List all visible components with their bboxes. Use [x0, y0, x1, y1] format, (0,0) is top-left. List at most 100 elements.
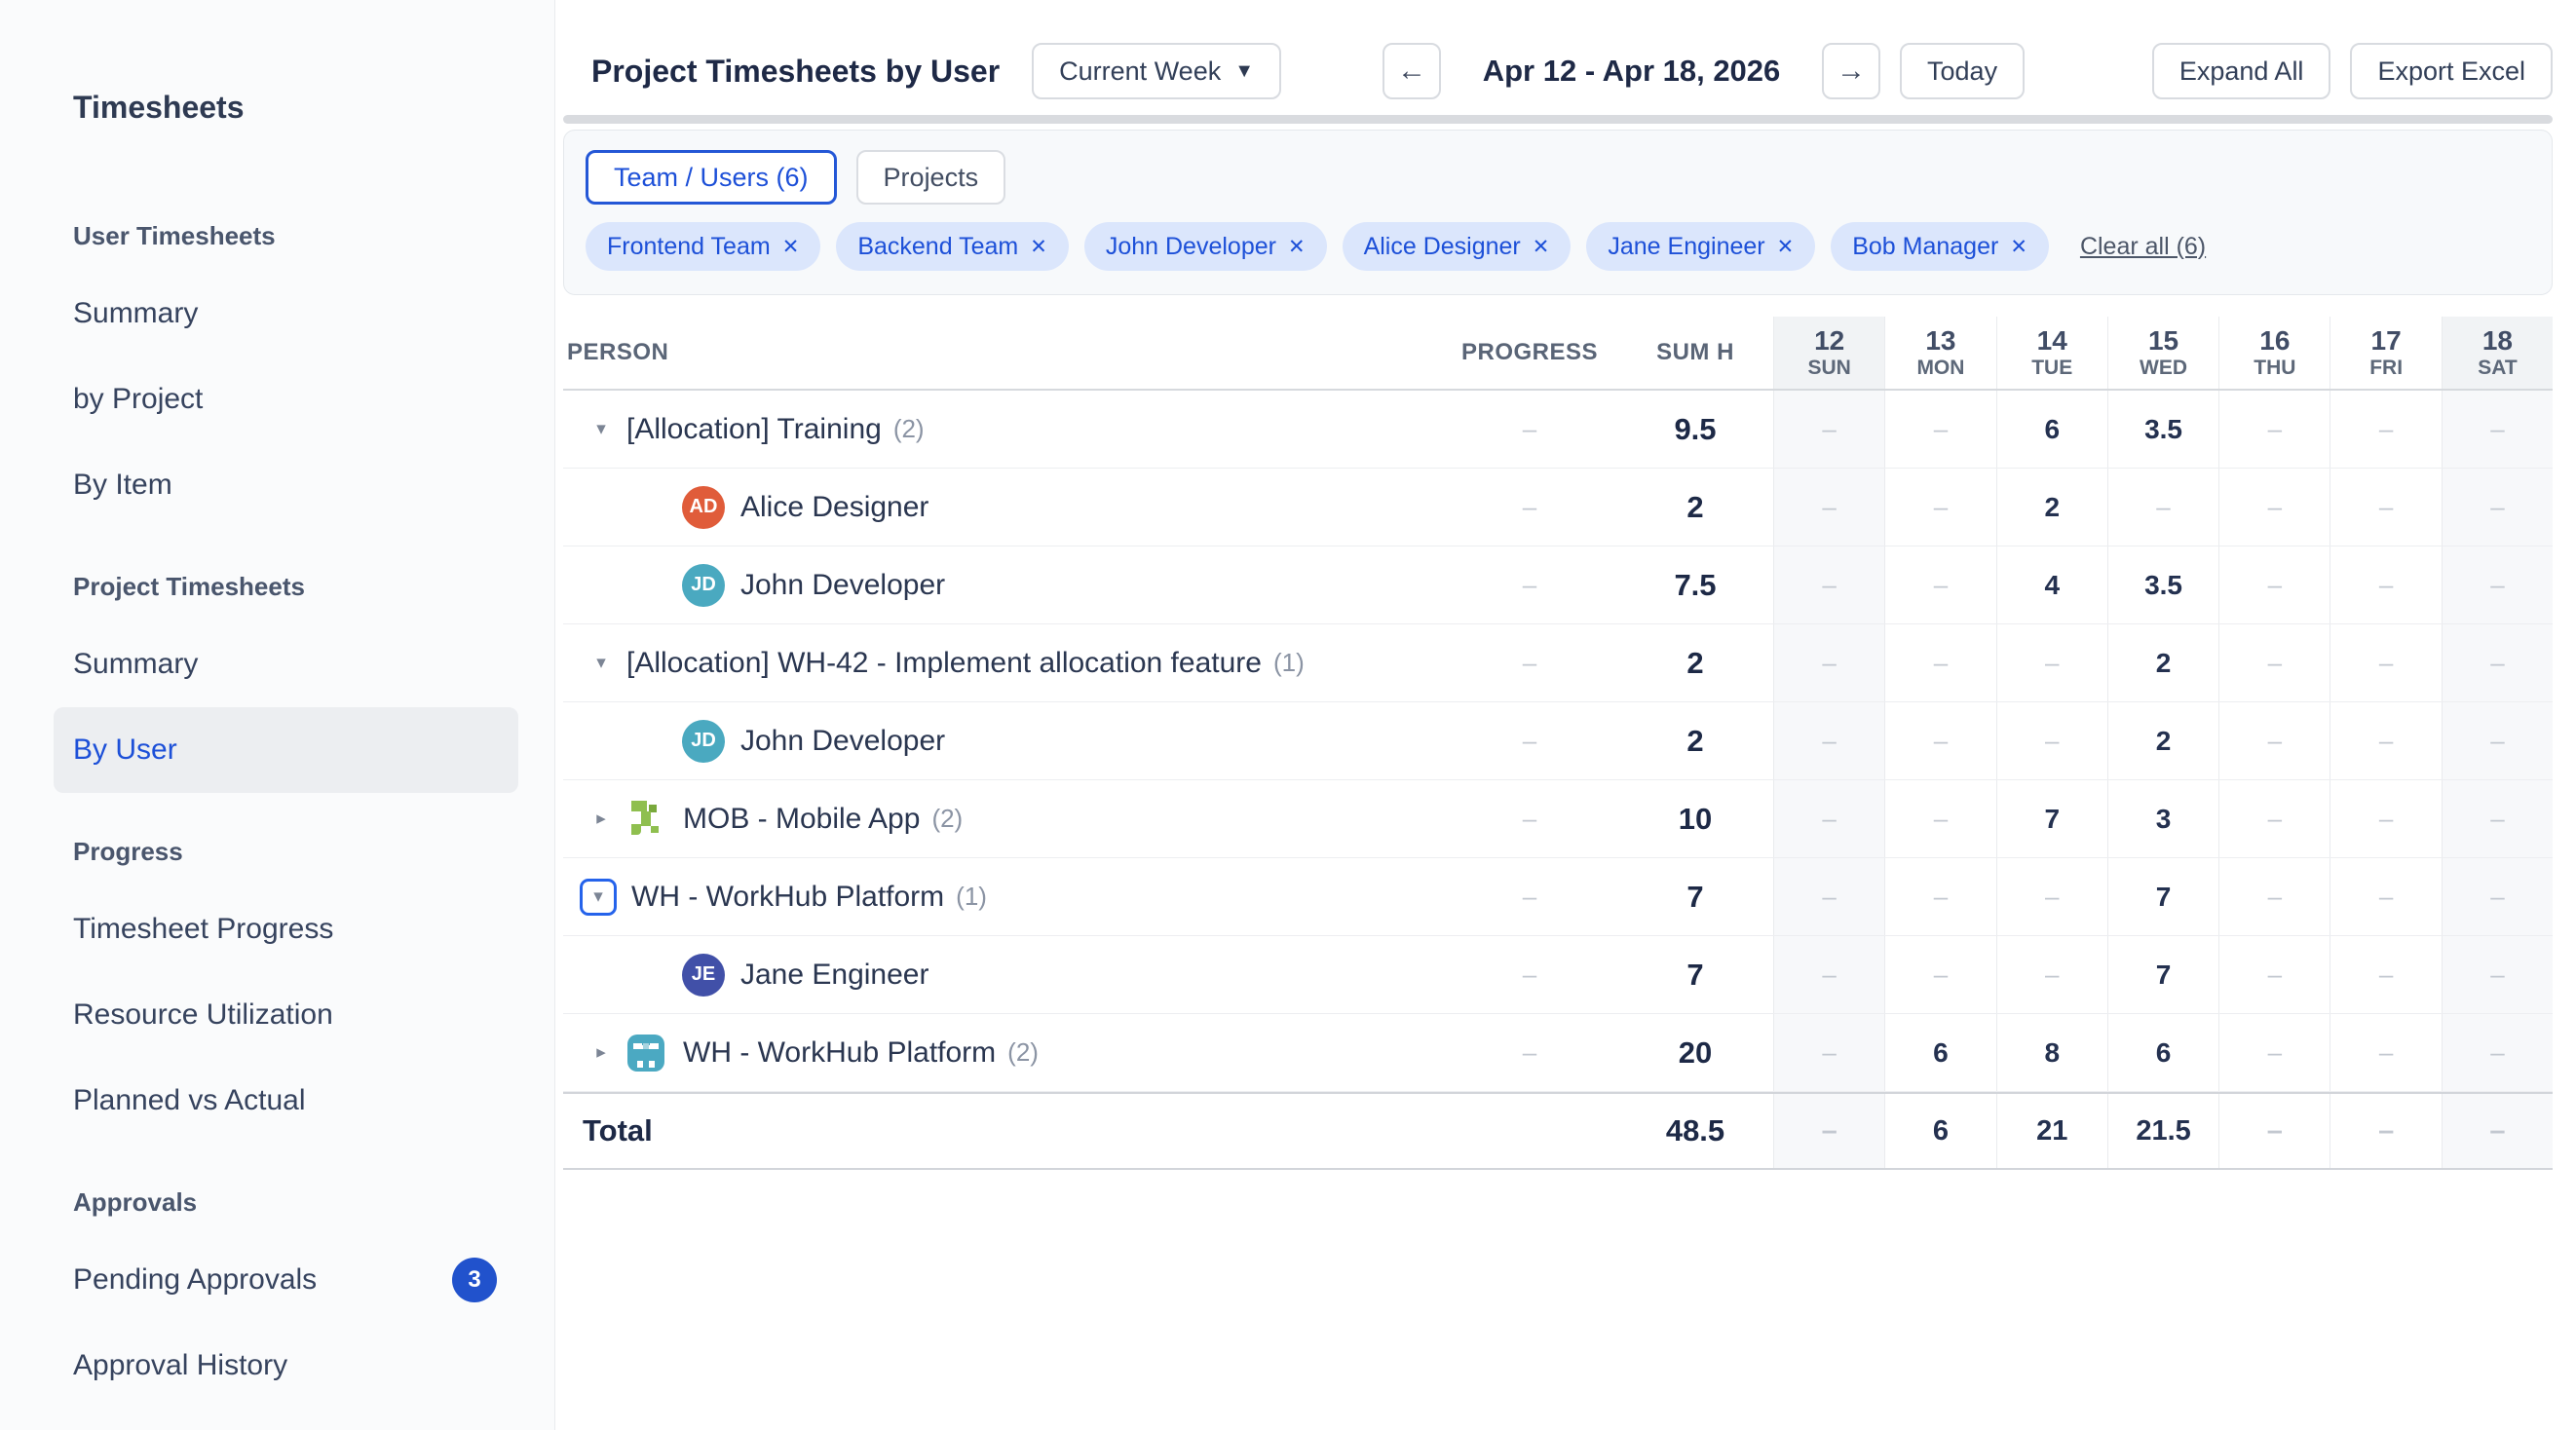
day-cell: – — [2442, 1014, 2553, 1091]
total-day-cell: 21 — [1996, 1094, 2107, 1168]
day-number: 13 — [1925, 325, 1955, 357]
filter-chip[interactable]: Bob Manager✕ — [1831, 222, 2049, 271]
progress-cell — [1442, 1094, 1617, 1168]
day-cell: – — [1773, 624, 1884, 701]
tab-projects[interactable]: Projects — [856, 150, 1006, 205]
day-cell: – — [2442, 469, 2553, 546]
filter-chip[interactable]: Backend Team✕ — [836, 222, 1069, 271]
filter-chip[interactable]: Jane Engineer✕ — [1586, 222, 1815, 271]
sum-cell: 7 — [1617, 858, 1773, 935]
day-cell: – — [2330, 391, 2441, 468]
export-excel-button[interactable]: Export Excel — [2350, 43, 2553, 99]
progress-cell: – — [1442, 1014, 1617, 1091]
avatar: JE — [682, 954, 725, 997]
filter-chip[interactable]: John Developer ✕ — [1084, 222, 1327, 271]
day-cell: – — [1996, 702, 2107, 779]
expand-toggle-focused[interactable]: ▾ — [580, 879, 617, 916]
sidebar-item-label: Approval History — [73, 1349, 287, 1382]
day-cell: – — [2330, 469, 2441, 546]
table-row-user: AD Alice Designer – 2 – – 2 – – – – — [563, 469, 2553, 546]
table-row-group: ▾ WH - WorkHub Platform (1) – 7 – – – 7 … — [563, 858, 2553, 936]
caret-down-icon[interactable]: ▾ — [591, 418, 611, 440]
clear-all-link[interactable]: Clear all (6) — [2080, 233, 2206, 261]
caret-down-icon[interactable]: ▾ — [591, 652, 611, 674]
sidebar-item-label: Planned vs Actual — [73, 1084, 306, 1117]
sum-cell: 2 — [1617, 702, 1773, 779]
horizontal-scrollbar[interactable] — [563, 115, 2553, 124]
chip-remove-icon[interactable]: ✕ — [782, 235, 800, 259]
day-cell: – — [1996, 858, 2107, 935]
period-selector-dropdown[interactable]: Current Week ▼ — [1032, 43, 1281, 99]
caret-right-icon[interactable]: ▸ — [591, 1041, 611, 1064]
day-cell: – — [1884, 858, 1995, 935]
day-cell: – — [1884, 391, 1995, 468]
expand-all-button[interactable]: Expand All — [2152, 43, 2331, 99]
day-cell: – — [2442, 391, 2553, 468]
sum-cell: 9.5 — [1617, 391, 1773, 468]
caret-right-icon[interactable]: ▸ — [591, 808, 611, 830]
chip-label: John Developer — [1106, 233, 1276, 261]
sidebar-item-timesheet-progress[interactable]: Timesheet Progress — [54, 886, 518, 972]
column-header-person: PERSON — [563, 317, 1442, 389]
sidebar: Timesheets User Timesheets Summary by Pr… — [0, 0, 555, 1430]
sidebar-item-pending-approvals[interactable]: Pending Approvals 3 — [54, 1237, 518, 1323]
sidebar-item-summary[interactable]: Summary — [54, 271, 518, 357]
column-header-day: 16THU — [2218, 317, 2330, 389]
mobile-app-project-icon — [625, 798, 667, 841]
chip-remove-icon[interactable]: ✕ — [1777, 235, 1795, 259]
total-day-cell: – — [1773, 1094, 1884, 1168]
today-button[interactable]: Today — [1900, 43, 2025, 99]
day-cell: – — [2218, 624, 2330, 701]
period-label: Current Week — [1059, 56, 1221, 87]
user-label: John Developer — [740, 725, 945, 758]
day-cell: – — [2330, 780, 2441, 857]
group-count: (1) — [1273, 648, 1305, 678]
chip-label: Frontend Team — [607, 233, 771, 261]
chip-remove-icon[interactable]: ✕ — [1533, 235, 1550, 259]
day-cell: – — [2442, 780, 2553, 857]
day-cell: – — [2330, 624, 2441, 701]
sidebar-item-resource-utilization[interactable]: Resource Utilization — [54, 972, 518, 1058]
day-cell: 2 — [2107, 702, 2218, 779]
sidebar-item-approval-history[interactable]: Approval History — [54, 1323, 518, 1409]
total-day-cell: – — [2330, 1094, 2441, 1168]
total-sum-cell: 48.5 — [1617, 1094, 1773, 1168]
table-header: PERSON PROGRESS SUM H 12SUN 13MON 14TUE … — [563, 317, 2553, 391]
day-cell: – — [2218, 702, 2330, 779]
sidebar-item-project-summary[interactable]: Summary — [54, 621, 518, 707]
filter-chip[interactable]: Alice Designer ✕ — [1343, 222, 1572, 271]
sum-cell: 10 — [1617, 780, 1773, 857]
day-cell: 7 — [2107, 936, 2218, 1013]
table-row-user: JD John Developer – 7.5 – – 4 3.5 – – – — [563, 546, 2553, 624]
chip-remove-icon[interactable]: ✕ — [1030, 235, 1047, 259]
day-cell: – — [2218, 936, 2330, 1013]
next-week-button[interactable]: → — [1822, 43, 1880, 99]
prev-week-button[interactable]: ← — [1383, 43, 1441, 99]
sidebar-item-by-user[interactable]: By User — [54, 707, 518, 793]
day-cell: – — [2107, 469, 2218, 546]
day-cell: – — [2218, 1014, 2330, 1091]
chip-label: Alice Designer — [1364, 233, 1521, 261]
sidebar-item-by-project[interactable]: by Project — [54, 357, 518, 442]
sidebar-section-user-timesheets: User Timesheets Summary by Project By It… — [0, 214, 554, 528]
group-label: [Allocation] WH-42 - Implement allocatio… — [626, 647, 1262, 680]
sidebar-item-planned-vs-actual[interactable]: Planned vs Actual — [54, 1058, 518, 1144]
chip-remove-icon[interactable]: ✕ — [2010, 235, 2027, 259]
day-cell: – — [1773, 391, 1884, 468]
group-count: (2) — [931, 804, 963, 834]
sidebar-section-project-timesheets: Project Timesheets Summary By User — [0, 565, 554, 793]
tab-team-users[interactable]: Team / Users (6) — [586, 150, 837, 205]
total-day-cell: – — [2218, 1094, 2330, 1168]
day-cell: – — [1773, 1014, 1884, 1091]
avatar: JD — [682, 720, 725, 763]
group-label: [Allocation] Training — [626, 413, 882, 446]
table-row-user: JD John Developer – 2 – – – 2 – – – — [563, 702, 2553, 780]
progress-cell: – — [1442, 702, 1617, 779]
day-name: SAT — [2478, 357, 2517, 380]
group-count: (1) — [956, 882, 987, 912]
sidebar-item-by-item[interactable]: By Item — [54, 442, 518, 528]
user-label: Jane Engineer — [740, 959, 928, 992]
chip-remove-icon[interactable]: ✕ — [1288, 235, 1306, 259]
filter-chip[interactable]: Frontend Team ✕ — [586, 222, 820, 271]
day-cell: – — [1773, 858, 1884, 935]
